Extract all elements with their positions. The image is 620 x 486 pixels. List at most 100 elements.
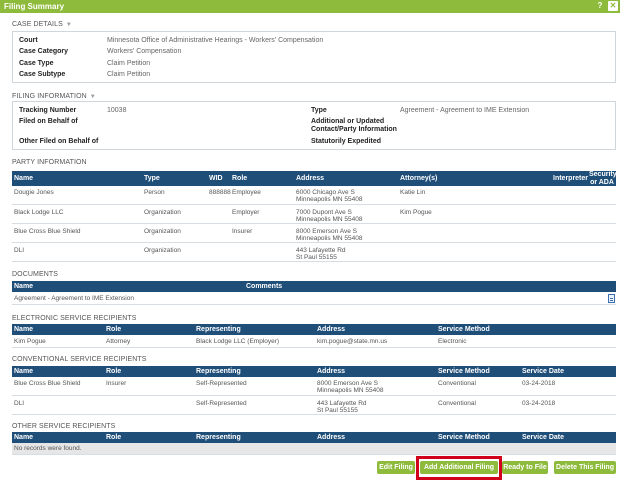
party-name: DLI	[14, 247, 25, 254]
col-type: Type	[144, 175, 160, 182]
filing-information-title: FILING INFORMATION	[12, 93, 87, 100]
col-representing: Representing	[196, 326, 241, 333]
party-name: Black Lodge LLC	[14, 209, 64, 216]
document-icon[interactable]	[608, 294, 615, 303]
col-interpreter: Interpreter	[553, 175, 589, 182]
table-row: Blue Cross Blue Shield Organization Insu…	[12, 224, 616, 243]
court-label: Court	[19, 37, 38, 44]
col-comments: Comments	[246, 283, 283, 290]
party-type: Organization	[144, 228, 181, 235]
case-category-label: Case Category	[19, 48, 69, 55]
party-type: Person	[144, 189, 165, 196]
ready-to-file-button[interactable]: Ready to File	[502, 461, 548, 474]
party-address-line2: Minneapolis MN 55408	[296, 196, 363, 203]
party-name: Dougie Jones	[14, 189, 54, 196]
case-type-label: Case Type	[19, 60, 54, 67]
delete-this-filing-button[interactable]: Delete This Filing	[554, 461, 616, 474]
close-icon[interactable]: ✕	[608, 1, 618, 11]
recipient-name: Blue Cross Blue Shield	[14, 380, 81, 387]
party-address-line1: 8000 Emerson Ave S	[296, 228, 357, 235]
recipient-address: kim.pogue@state.mn.us	[317, 338, 388, 345]
other-table-header: Name Role Representing Address Service M…	[12, 432, 616, 443]
case-category-value: Workers' Compensation	[107, 48, 182, 55]
empty-row: No records were found.	[12, 443, 616, 455]
recipient-name: Kim Pogue	[14, 338, 46, 345]
col-address: Address	[317, 326, 346, 333]
party-table-header: Name Type WID Role Address Attorney(s) I…	[12, 171, 617, 186]
col-representing: Representing	[196, 368, 241, 375]
case-type-value: Claim Petition	[107, 60, 151, 67]
electronic-service-title: ELECTRONIC SERVICE RECIPIENTS	[12, 315, 137, 322]
edit-filing-button[interactable]: Edit Filing	[377, 461, 415, 474]
party-address-line1: 7000 Dupont Ave S	[296, 209, 352, 216]
case-details-header[interactable]: CASE DETAILS ▼	[12, 21, 72, 28]
empty-message: No records were found.	[14, 445, 82, 452]
case-subtype-value: Claim Petition	[107, 71, 151, 78]
col-wid: WID	[209, 175, 223, 182]
conventional-table-header: Name Role Representing Address Service M…	[12, 366, 616, 377]
col-name: Name	[14, 434, 34, 441]
recipient-representing: Black Lodge LLC (Employer)	[196, 338, 280, 345]
tracking-number-label: Tracking Number	[19, 107, 77, 114]
party-address-line1: 443 Lafayette Rd	[296, 247, 346, 254]
col-role: Role	[106, 368, 122, 375]
documents-table-header: Name Comments	[12, 281, 616, 292]
party-address-line2: Minneapolis MN 55408	[296, 216, 363, 223]
col-address: Address	[296, 175, 325, 182]
party-information-title: PARTY INFORMATION	[12, 159, 87, 166]
type-value: Agreement - Agreement to IME Extension	[400, 107, 530, 114]
recipient-address-line2: St Paul 55155	[317, 407, 358, 414]
additional-info-label: Additional or Updated Contact/Party Info…	[311, 118, 397, 133]
party-wid: 888888	[209, 189, 231, 196]
expedited-label: Statutorily Expedited	[311, 138, 382, 145]
recipient-date: 03-24-2018	[522, 380, 556, 387]
party-role: Insurer	[232, 228, 253, 235]
table-row: Kim Pogue Attorney Black Lodge LLC (Empl…	[12, 335, 616, 348]
col-service-date: Service Date	[522, 434, 565, 441]
conventional-service-title: CONVENTIONAL SERVICE RECIPIENTS	[12, 356, 147, 363]
col-role: Role	[106, 326, 122, 333]
filing-information-header[interactable]: FILING INFORMATION ▼	[12, 93, 96, 100]
col-name: Name	[14, 175, 34, 182]
documents-title: DOCUMENTS	[12, 271, 59, 278]
recipient-address-line2: Minneapolis MN 55408	[317, 387, 384, 394]
document-name[interactable]: Agreement - Agreement to IME Extension	[14, 295, 134, 302]
other-filed-label: Other Filed on Behalf of	[19, 138, 99, 145]
recipient-role: Attorney	[106, 338, 131, 345]
col-representing: Representing	[196, 434, 241, 441]
recipient-representing: Self-Represented	[196, 380, 247, 387]
recipient-role: Insurer	[106, 380, 127, 387]
col-service-method: Service Method	[438, 434, 490, 441]
party-address-line1: 6000 Chicago Ave S	[296, 189, 355, 196]
col-attorneys: Attorney(s)	[400, 175, 438, 182]
type-label: Type	[311, 107, 327, 114]
filed-on-behalf-label: Filed on Behalf of	[19, 118, 78, 125]
party-attorney: Katie Lin	[400, 189, 426, 196]
recipient-representing: Self-Represented	[196, 400, 247, 407]
party-role: Employer	[232, 209, 260, 216]
col-role: Role	[106, 434, 122, 441]
recipient-method: Conventional	[438, 380, 476, 387]
table-row: Black Lodge LLC Organization Employer 70…	[12, 205, 616, 224]
court-value: Minnesota Office of Administrative Heari…	[107, 37, 324, 44]
recipient-address-line1: 8000 Emerson Ave S	[317, 380, 378, 387]
party-type: Organization	[144, 209, 181, 216]
col-service-date: Service Date	[522, 368, 565, 375]
col-name: Name	[14, 283, 34, 290]
recipient-address-line1: 443 Lafayette Rd	[317, 400, 367, 407]
window-titlebar: Filing Summary ? ✕	[0, 0, 620, 13]
col-address: Address	[317, 434, 346, 441]
help-icon[interactable]: ?	[595, 1, 605, 11]
chevron-down-icon: ▼	[89, 94, 96, 100]
col-security: Security or ADA	[589, 171, 617, 186]
party-type: Organization	[144, 247, 181, 254]
chevron-down-icon: ▼	[65, 22, 72, 28]
col-service-method: Service Method	[438, 368, 490, 375]
table-row: Agreement - Agreement to IME Extension	[12, 292, 616, 305]
col-role: Role	[232, 175, 248, 182]
table-row: Blue Cross Blue Shield Insurer Self-Repr…	[12, 377, 616, 396]
table-row: DLI Self-Represented 443 Lafayette Rd St…	[12, 396, 616, 415]
add-additional-filing-button[interactable]: Add Additional Filing	[420, 461, 498, 474]
party-attorney: Kim Pogue	[400, 209, 432, 216]
other-service-title: OTHER SERVICE RECIPIENTS	[12, 423, 116, 430]
